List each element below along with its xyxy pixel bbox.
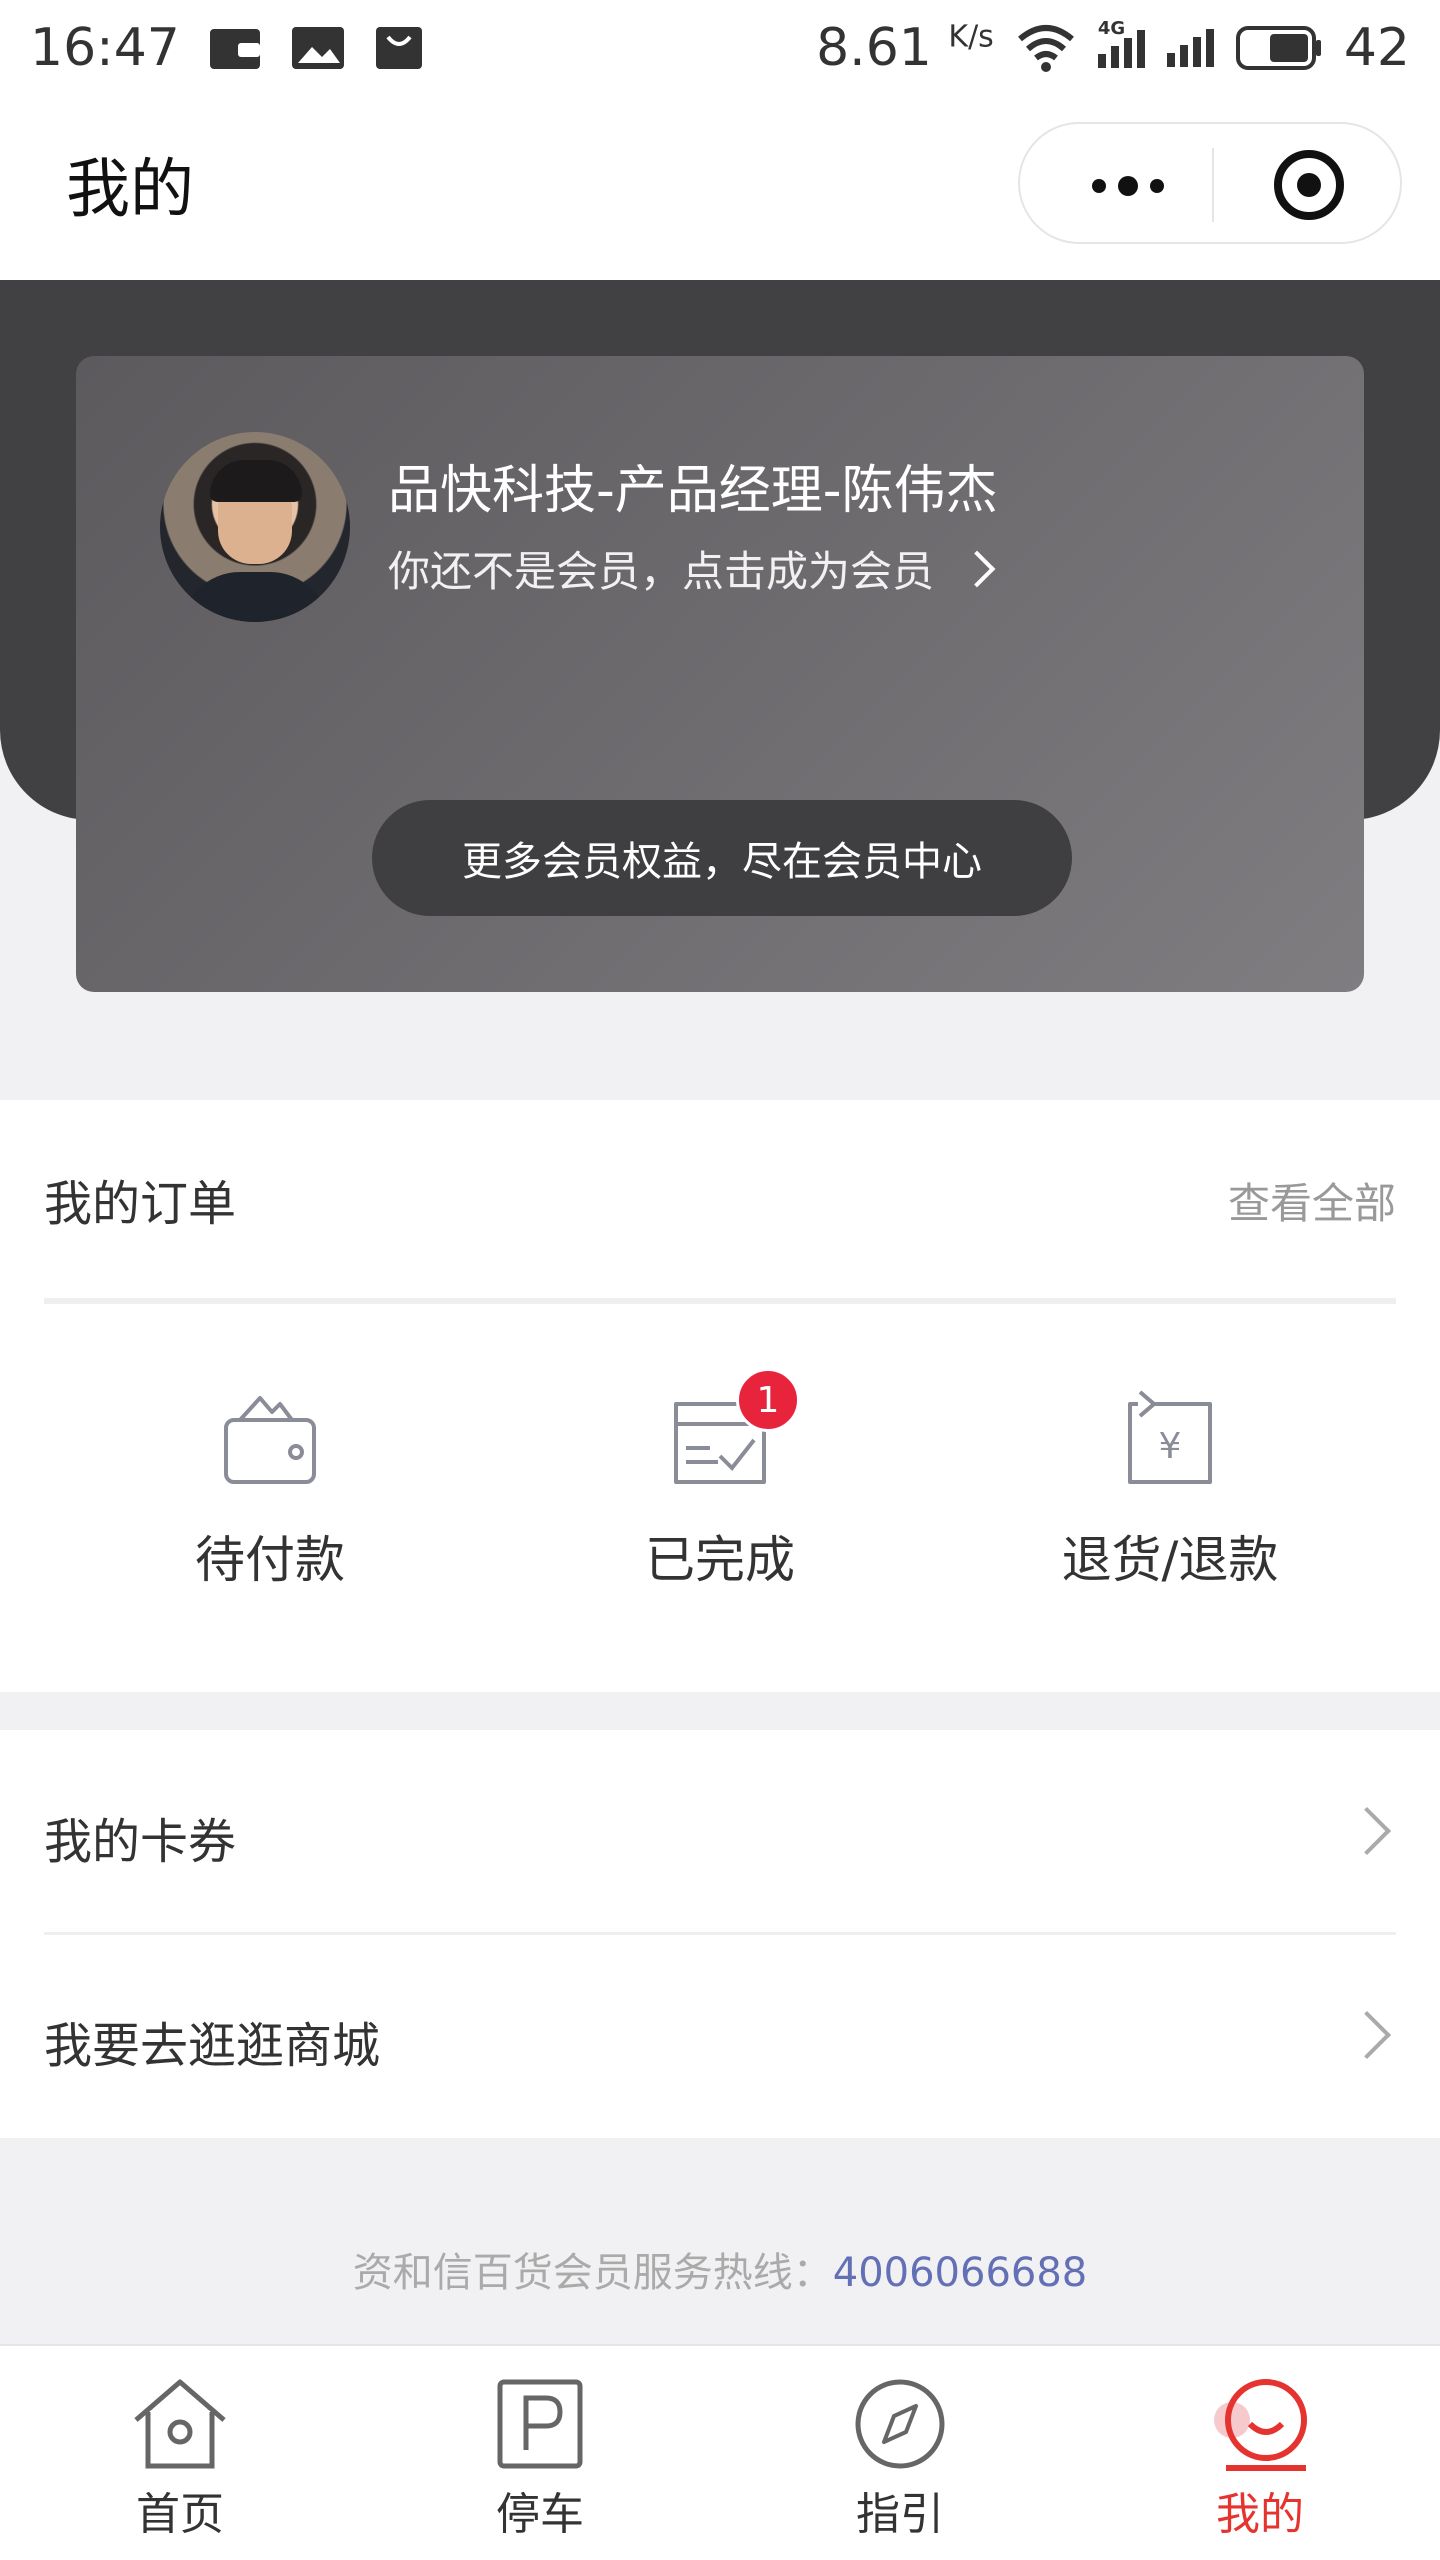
wallet-notification-icon (209, 29, 260, 69)
order-refund-label: 退货/退款 (1061, 1531, 1279, 1589)
close-mini-program-icon[interactable] (1274, 150, 1344, 220)
more-options-icon[interactable] (1092, 176, 1164, 196)
service-hotline: 资和信百货会员服务热线：4006066688 (0, 2240, 1440, 2298)
compass-icon (855, 2379, 945, 2469)
mini-program-capsule (1018, 122, 1402, 244)
profile-icon (1214, 2379, 1307, 2471)
tab-home-label: 首页 (136, 2489, 224, 2540)
refund-icon: ¥ (1128, 1390, 1212, 1484)
image-notification-icon (291, 27, 344, 69)
member-center-button[interactable]: 更多会员权益，尽在会员中心 (372, 800, 1072, 916)
battery-level: 42 (1343, 18, 1410, 78)
orders-section: 我的订单 查看全部 待付款 1 已完成 ¥ 退货/退款 (0, 1100, 1440, 1692)
completed-badge: 1 (736, 1368, 800, 1432)
my-coupons-item[interactable]: 我的卡券 (0, 1730, 1440, 1935)
order-completed-label: 已完成 (645, 1531, 795, 1589)
wifi-icon (1017, 25, 1074, 72)
order-completed[interactable]: 1 已完成 (570, 1368, 870, 1592)
menu-list: 我的卡券 我要去逛逛商城 (0, 1730, 1440, 2138)
status-bar: 16:47 8.61 K/s 4G 42 (0, 0, 1440, 96)
tab-guide[interactable]: 指引 (800, 2376, 1000, 2542)
cellular-4g-icon: 4G (1097, 18, 1145, 68)
tab-profile[interactable]: 我的 (1160, 2376, 1360, 2542)
become-member-link[interactable]: 你还不是会员，点击成为会员 (388, 538, 996, 599)
tab-guide-label: 指引 (856, 2489, 944, 2540)
order-refund[interactable]: ¥ 退货/退款 (1020, 1390, 1320, 1592)
wallet-icon (224, 1396, 316, 1484)
svg-text:¥: ¥ (1159, 1426, 1182, 1467)
tab-bar: 首页 停车 指引 我的 (0, 2344, 1440, 2560)
tab-parking-label: 停车 (496, 2489, 584, 2540)
my-coupons-label: 我的卡券 (44, 1814, 237, 1870)
bag-notification-icon (375, 27, 422, 69)
chevron-right-icon (1342, 2010, 1392, 2060)
tab-home[interactable]: 首页 (80, 2376, 280, 2542)
page-title: 我的 (66, 153, 194, 227)
become-member-label: 你还不是会员，点击成为会员 (388, 547, 935, 596)
browse-mall-item[interactable]: 我要去逛逛商城 (0, 1934, 1440, 2136)
capsule-divider (1212, 148, 1214, 222)
browse-mall-label: 我要去逛逛商城 (44, 2018, 381, 2074)
network-speed: 8.61 K/s (816, 18, 994, 78)
avatar[interactable] (160, 432, 350, 622)
battery-icon (1235, 26, 1321, 70)
orders-divider (44, 1298, 1396, 1304)
user-name: 品快科技-产品经理-陈伟杰 (388, 461, 998, 521)
order-pending-payment-label: 待付款 (195, 1531, 345, 1589)
hotline-label: 资和信百货会员服务热线： (352, 2250, 833, 2296)
home-icon (134, 2379, 226, 2469)
parking-icon (497, 2379, 583, 2469)
chevron-right-icon (958, 550, 996, 587)
member-card: 品快科技-产品经理-陈伟杰 你还不是会员，点击成为会员 更多会员权益，尽在会员中… (76, 356, 1364, 992)
hotline-phone-link[interactable]: 4006066688 (833, 2250, 1088, 2296)
tab-parking[interactable]: 停车 (440, 2376, 640, 2542)
view-all-orders-link[interactable]: 查看全部 (1228, 1170, 1396, 1231)
status-time: 16:47 (30, 18, 180, 78)
tab-profile-label: 我的 (1216, 2489, 1304, 2540)
cellular-signal-icon (1166, 29, 1214, 67)
orders-title: 我的订单 (44, 1176, 237, 1232)
navigation-bar: 我的 (0, 96, 1440, 280)
chevron-right-icon (1342, 1806, 1392, 1856)
order-pending-payment[interactable]: 待付款 (120, 1390, 420, 1592)
